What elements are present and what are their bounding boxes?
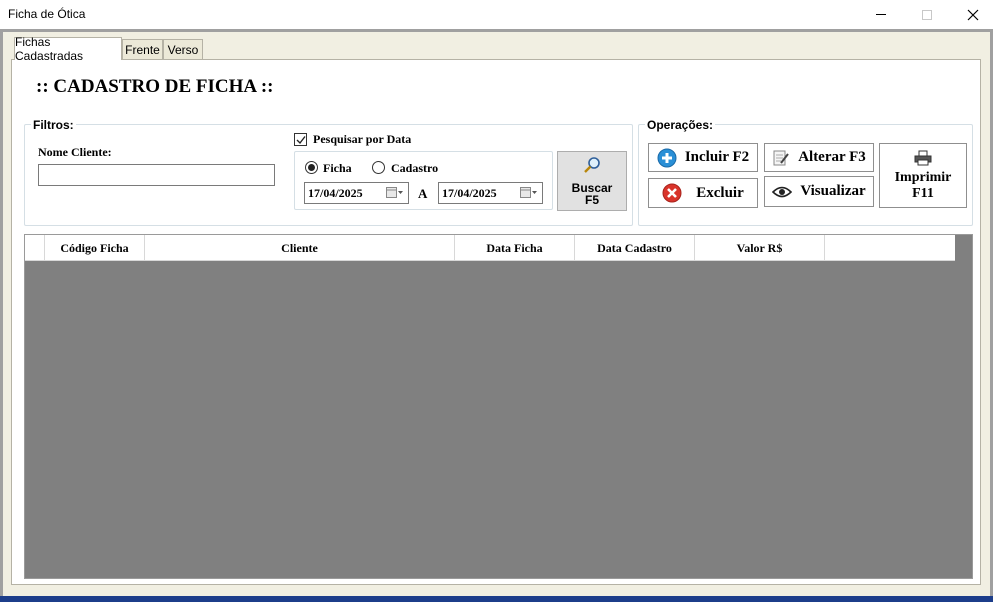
grid-row-header-corner: [25, 235, 45, 261]
print-button-label: Imprimir: [894, 169, 952, 185]
window-title: Ficha de Ótica: [8, 7, 86, 21]
grid-header: Código Ficha Cliente Data Ficha Data Cad…: [25, 235, 955, 261]
filters-legend: Filtros:: [31, 118, 76, 132]
view-button-label: Visualizar: [800, 183, 866, 199]
checkmark-icon: [296, 135, 306, 144]
column-header-filler: [825, 235, 955, 261]
minimize-icon: [876, 14, 886, 15]
search-by-date-label: Pesquisar por Data: [313, 132, 412, 146]
column-header-cliente[interactable]: Cliente: [145, 235, 455, 261]
search-button[interactable]: Buscar F5: [557, 151, 627, 211]
add-button-label: Incluir F2: [684, 149, 750, 165]
magnifier-icon: [584, 157, 600, 173]
tab-verso[interactable]: Verso: [163, 39, 203, 59]
records-grid[interactable]: Código Ficha Cliente Data Ficha Data Cad…: [24, 234, 973, 579]
tab-label: Verso: [167, 42, 199, 57]
radio-cadastro[interactable]: [372, 161, 385, 174]
title-bar: Ficha de Ótica: [0, 0, 993, 29]
x-circle-icon: [662, 183, 682, 203]
date-from-picker[interactable]: 17/04/2025: [304, 182, 409, 204]
column-header-data-ficha[interactable]: Data Ficha: [455, 235, 575, 261]
radio-ficha-label: Ficha: [323, 161, 352, 175]
radio-cadastro-label: Cadastro: [391, 161, 439, 175]
date-to-picker[interactable]: 17/04/2025: [438, 182, 543, 204]
eye-icon: [772, 186, 793, 198]
close-button[interactable]: [950, 0, 993, 29]
tab-frente[interactable]: Frente: [122, 39, 163, 59]
minimize-button[interactable]: [858, 0, 904, 29]
search-by-date-checkbox[interactable]: [294, 133, 307, 146]
taskbar-strip: [0, 596, 993, 602]
delete-button-label: Excluir: [696, 184, 744, 201]
search-button-shortcut: F5: [584, 193, 599, 207]
tab-fichas-cadastradas[interactable]: Fichas Cadastradas: [14, 35, 122, 63]
client-name-label: Nome Cliente:: [38, 145, 112, 159]
column-header-data-cadastro[interactable]: Data Cadastro: [575, 235, 695, 261]
column-header-valor[interactable]: Valor R$: [695, 235, 825, 261]
printer-icon: [914, 150, 932, 165]
add-button[interactable]: Incluir F2: [648, 143, 758, 172]
tab-label: Frente: [125, 42, 160, 57]
date-from-value: 17/04/2025: [308, 185, 363, 200]
maximize-icon: [922, 9, 932, 20]
date-to-value: 17/04/2025: [442, 185, 497, 200]
view-button[interactable]: Visualizar: [764, 176, 874, 207]
delete-button[interactable]: Excluir: [648, 178, 758, 208]
page-title: :: CADASTRO DE FICHA ::: [36, 76, 274, 97]
operations-legend: Operações:: [645, 118, 716, 132]
radio-ficha[interactable]: [305, 161, 318, 174]
calendar-icon[interactable]: [520, 187, 538, 199]
close-icon: [967, 9, 979, 20]
maximize-button: [904, 0, 950, 29]
plus-circle-icon: [657, 148, 677, 168]
column-header-codigo[interactable]: Código Ficha: [45, 235, 145, 261]
edit-button[interactable]: Alterar F3: [764, 143, 874, 172]
print-button[interactable]: Imprimir F11: [879, 143, 967, 208]
calendar-icon[interactable]: [386, 187, 404, 199]
date-range-separator: A: [418, 186, 428, 201]
edit-button-label: Alterar F3: [798, 149, 866, 165]
client-name-input[interactable]: [38, 164, 275, 186]
notepad-pencil-icon: [772, 149, 790, 167]
print-button-shortcut: F11: [912, 185, 934, 201]
tab-label: Fichas Cadastradas: [15, 35, 84, 63]
radio-selected-dot: [308, 164, 315, 171]
